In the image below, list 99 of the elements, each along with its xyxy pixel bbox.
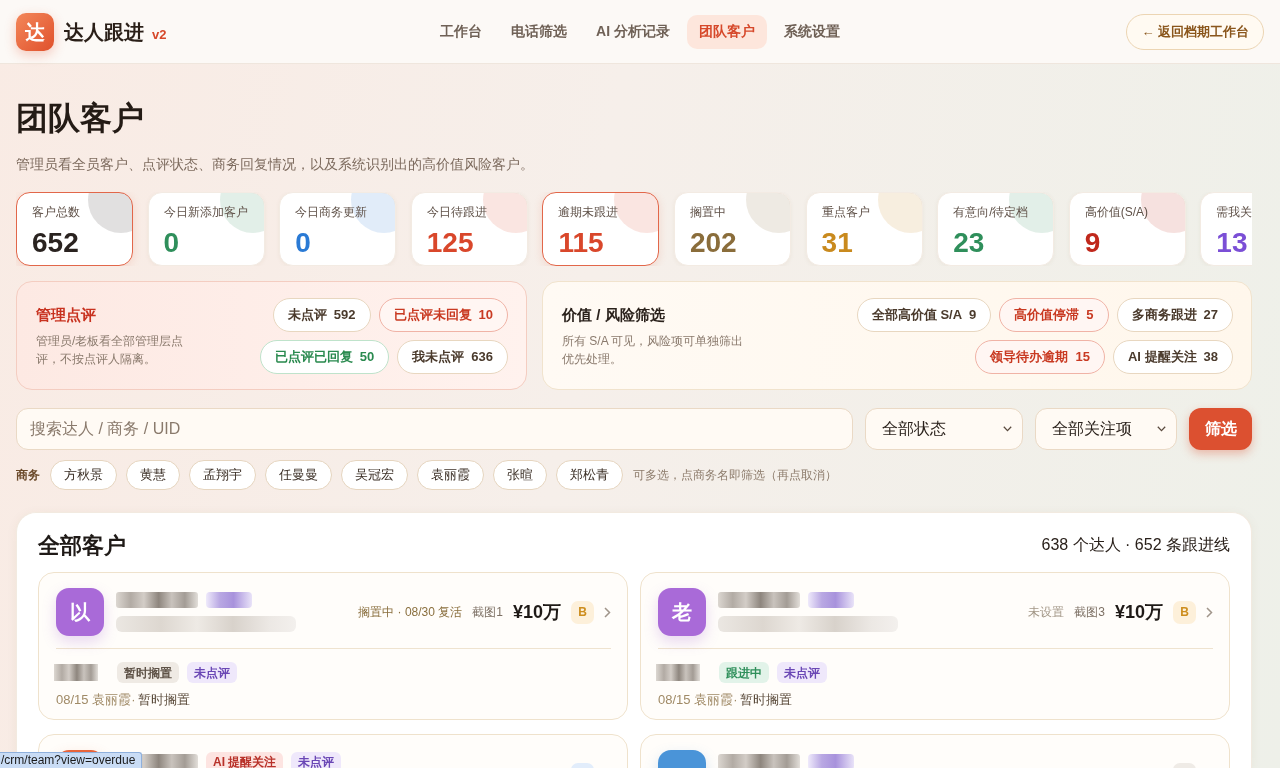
- status-tag: 暂时搁置: [117, 662, 179, 683]
- stat-label: 高价值(S/A): [1084, 204, 1149, 220]
- pixelated-label: [54, 664, 98, 681]
- status-tag: AI 提醒关注: [206, 751, 284, 768]
- status-tag: 未点评: [291, 751, 342, 768]
- owner-chip[interactable]: 张暄: [493, 460, 547, 490]
- stat-value: 652: [32, 227, 79, 259]
- note-meta: 08/15 袁丽霞·: [658, 691, 738, 709]
- stat-value: 23: [953, 227, 985, 259]
- logo-tile: 达: [16, 12, 54, 51]
- stat-value: 115: [558, 227, 604, 259]
- owner-chip[interactable]: 袁丽霞: [417, 460, 484, 490]
- stat-card[interactable]: 重点客户 31: [805, 192, 923, 266]
- owner-chip[interactable]: 黄慧: [126, 460, 180, 490]
- avatar: 老: [658, 588, 706, 636]
- owner-chip[interactable]: 孟翔宇: [189, 460, 256, 490]
- filter-chip[interactable]: 未点评 592: [272, 297, 371, 332]
- filter-chip[interactable]: 领导待办逾期 15: [975, 339, 1105, 374]
- stat-value: 31: [821, 227, 853, 259]
- stat-value: 9: [1084, 227, 1101, 259]
- stat-value: 0: [163, 227, 180, 259]
- filter-chip[interactable]: 我未点评 636: [397, 339, 508, 374]
- status-tag: 未点评: [187, 662, 237, 683]
- nav-tab[interactable]: 电话筛选: [499, 14, 580, 49]
- panel-description: 管理员/老板看全部管理层点评，不按点评人隔离。: [36, 332, 185, 368]
- stat-label: 重点客户: [821, 204, 870, 220]
- customer-card[interactable]: 以 搁置中 · 08/30 复活 截图1 ¥10万 B 暂时搁置 未点评 08/15 袁丽霞· 暂时搁置: [38, 572, 628, 720]
- back-button[interactable]: ← 返回档期工作台: [1126, 13, 1264, 50]
- stat-card[interactable]: 搁置中 202: [673, 192, 791, 266]
- filter-chip[interactable]: 多商务跟进 27: [1116, 297, 1233, 332]
- deal-amount: ¥10万: [512, 600, 561, 624]
- filter-chip[interactable]: 高价值停滞 5: [999, 297, 1109, 332]
- deal-amount: ¥10万: [1114, 600, 1163, 624]
- chevron-down-icon: [1003, 426, 1012, 432]
- stat-label: 今日待跟进: [426, 204, 487, 220]
- owner-chip[interactable]: 吴冠宏: [341, 460, 408, 490]
- screenshot-count: 截图1: [472, 604, 503, 621]
- filter-chip[interactable]: 已点评已回复 50: [259, 339, 390, 374]
- filter-button[interactable]: 筛选: [1189, 408, 1252, 450]
- stat-label: 逾期未跟进: [558, 204, 619, 220]
- filter-chip[interactable]: 已点评未回复 10: [378, 297, 508, 332]
- stat-label: 今日商务更新: [295, 204, 368, 220]
- stat-label: 需我关: [1216, 204, 1252, 220]
- grade-badge: B: [1173, 600, 1196, 624]
- page-description: 管理员看全员客户、点评状态、商务回复情况，以及系统识别出的高价值风险客户。: [16, 155, 534, 174]
- customer-count: 638 个达人 · 652 条跟进线: [1041, 535, 1230, 555]
- note-text: 暂时搁置: [138, 691, 191, 709]
- page-title: 团队客户: [16, 99, 144, 138]
- stat-value: 202: [689, 227, 737, 259]
- note-meta: 08/15 袁丽霞·: [56, 691, 136, 709]
- panel-description: 所有 S/A 可见，风险项可单独筛出优先处理。: [562, 332, 745, 368]
- nav-tab[interactable]: 系统设置: [771, 14, 852, 49]
- stat-card[interactable]: 有意向/待定档 23: [937, 192, 1055, 266]
- status-tag: 未点评: [777, 662, 827, 683]
- follow-up-status: 搁置中 · 08/30 复活: [358, 604, 463, 621]
- avatar: 以: [56, 588, 104, 636]
- customer-card[interactable]: 老 未设置 截图3 ¥10万 B 跟进中 未点评 08/15 袁丽霞· 暂时搁置: [640, 572, 1230, 720]
- stat-card[interactable]: 高价值(S/A) 9: [1068, 192, 1186, 266]
- filter-chip[interactable]: AI 提醒关注 38: [1112, 339, 1233, 374]
- stat-card[interactable]: 客户总数 652: [16, 192, 133, 266]
- stat-value: 0: [295, 227, 311, 259]
- grade-badge: B: [571, 600, 594, 624]
- stat-label: 搁置中: [689, 204, 726, 220]
- owner-filter-hint: 可多选，点商务名即筛选（再点取消）: [633, 467, 837, 484]
- stat-card[interactable]: 今日新添加客户 0: [147, 192, 265, 266]
- app-title: 达人跟进: [64, 19, 144, 45]
- stat-value: 13: [1216, 227, 1248, 259]
- screenshot-count: 截图3: [1074, 604, 1105, 621]
- stat-card[interactable]: 逾期未跟进 115: [542, 192, 660, 266]
- owner-chip[interactable]: 方秋景: [50, 460, 117, 490]
- note-text: 暂时搁置: [740, 691, 793, 709]
- stat-label: 客户总数: [32, 204, 80, 220]
- stat-card[interactable]: 今日待跟进 125: [410, 192, 528, 266]
- stat-card[interactable]: 今日商务更新 0: [279, 192, 397, 266]
- owner-chip[interactable]: 郑松青: [556, 460, 623, 490]
- chevron-down-icon: [1157, 426, 1166, 432]
- chevron-right-icon: [1206, 606, 1213, 618]
- nav-tab[interactable]: 工作台: [428, 14, 495, 49]
- panel-title: 价值 / 风险筛选: [562, 304, 665, 325]
- version-label: v2: [152, 25, 167, 44]
- status-select[interactable]: 全部状态: [865, 408, 1023, 450]
- nav-tab[interactable]: 团队客户: [686, 14, 767, 49]
- status-tag: 跟进中: [719, 662, 769, 683]
- nav-tab[interactable]: AI 分析记录: [584, 14, 682, 49]
- stat-label: 今日新添加客户: [163, 204, 248, 220]
- section-title: 全部客户: [38, 531, 126, 560]
- owner-filter-label: 商务: [16, 467, 40, 484]
- panel-title: 管理点评: [36, 304, 96, 325]
- follow-up-status: 未设置: [1028, 604, 1065, 621]
- stat-label: 有意向/待定档: [953, 204, 1029, 220]
- filter-chip[interactable]: 全部高价值 S/A 9: [856, 297, 992, 332]
- stat-value: 125: [426, 227, 474, 259]
- pixelated-label: [656, 664, 700, 681]
- owner-chip[interactable]: 任曼曼: [265, 460, 332, 490]
- focus-select[interactable]: 全部关注项: [1035, 408, 1177, 450]
- chevron-right-icon: [604, 606, 611, 618]
- browser-status-url: /crm/team?view=overdue: [0, 752, 143, 768]
- stat-card[interactable]: 需我关 13: [1200, 192, 1252, 266]
- search-field[interactable]: 搜索达人 / 商务 / UID: [16, 408, 853, 450]
